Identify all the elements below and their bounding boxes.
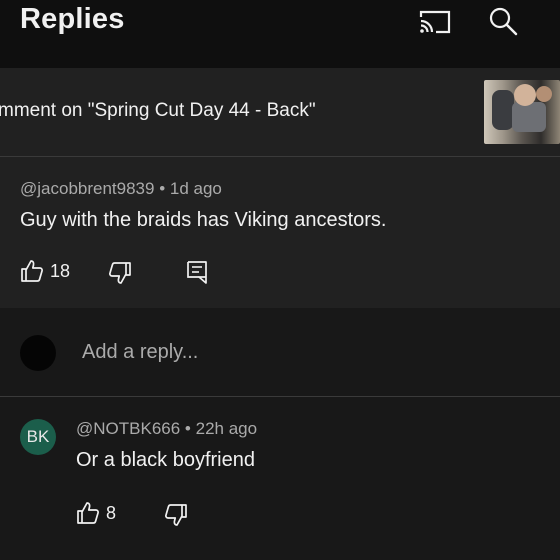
- comment-text: Guy with the braids has Viking ancestors…: [20, 209, 387, 231]
- parent-comment: @jacobbrent9839 • 1d ago Guy with the br…: [0, 157, 560, 308]
- search-icon[interactable]: [488, 6, 518, 36]
- thumb-up-icon: [20, 259, 44, 283]
- video-thumbnail[interactable]: [484, 80, 560, 144]
- app-header: Replies: [0, 0, 560, 68]
- dislike-button[interactable]: [108, 261, 132, 285]
- user-avatar: [20, 335, 56, 371]
- thumb-down-icon: [164, 503, 188, 527]
- comment-time: 1d ago: [169, 179, 222, 198]
- reply-button[interactable]: [186, 260, 208, 284]
- reply-input[interactable]: Add a reply...: [82, 341, 198, 364]
- reply-comment: BK @NOTBK666 • 22h ago Or a black boyfri…: [0, 397, 560, 560]
- reply-input-bar[interactable]: Add a reply...: [0, 308, 560, 397]
- comment-author[interactable]: @NOTBK666: [76, 419, 180, 438]
- like-count: 18: [50, 260, 71, 281]
- video-context-title: mment on "Spring Cut Day 44 - Back": [0, 100, 316, 121]
- comment-meta: @jacobbrent9839 • 1d ago: [20, 179, 222, 198]
- like-button[interactable]: 18: [20, 259, 70, 283]
- comment-text: Or a black boyfriend: [76, 449, 255, 471]
- comment-reply-icon: [186, 260, 208, 284]
- like-count: 8: [106, 502, 117, 523]
- like-button[interactable]: 8: [76, 501, 116, 525]
- video-context-bar[interactable]: mment on "Spring Cut Day 44 - Back": [0, 68, 560, 157]
- dislike-button[interactable]: [164, 503, 188, 527]
- thumb-down-icon: [108, 261, 132, 285]
- page-title: Replies: [20, 3, 125, 35]
- comment-author[interactable]: @jacobbrent9839: [20, 179, 154, 198]
- avatar[interactable]: BK: [20, 419, 56, 455]
- comment-time: 22h ago: [195, 419, 258, 438]
- thumb-up-icon: [76, 501, 100, 525]
- cast-icon[interactable]: [418, 9, 452, 35]
- comment-meta: @NOTBK666 • 22h ago: [76, 419, 258, 438]
